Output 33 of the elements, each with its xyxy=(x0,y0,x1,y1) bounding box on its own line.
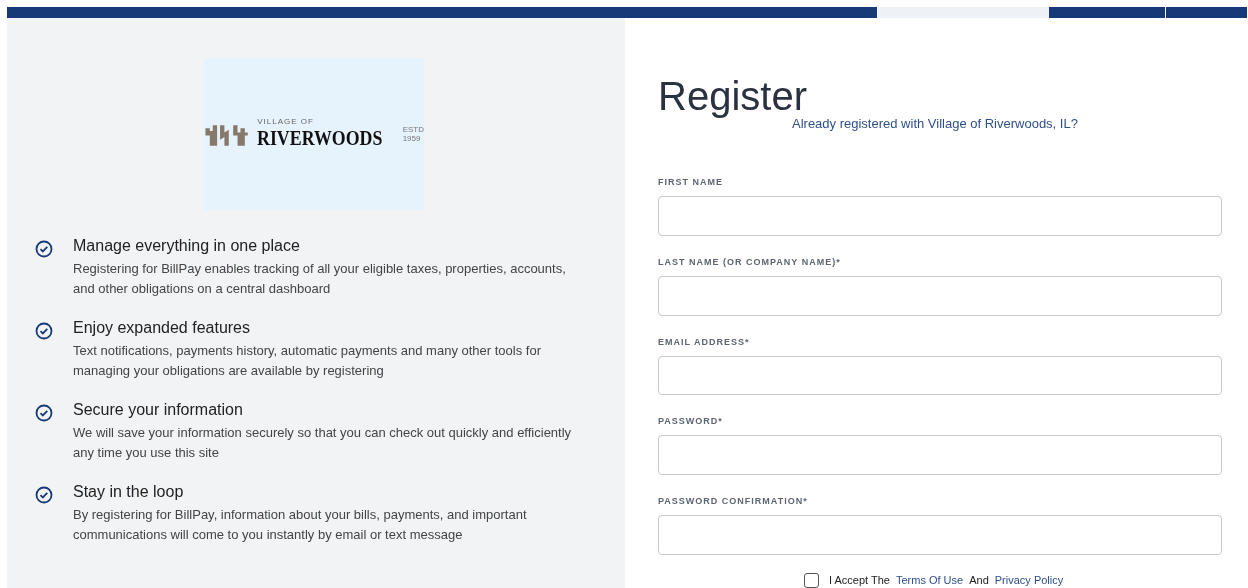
benefit-title: Enjoy expanded features xyxy=(73,319,251,337)
field-label: PASSWORD CONFIRMATION* xyxy=(658,496,809,507)
check-circle-icon xyxy=(35,322,53,340)
check-circle-icon xyxy=(35,240,53,258)
field-label: LAST NAME (OR COMPANY NAME)* xyxy=(658,256,842,267)
terms-link[interactable]: Privacy Policy xyxy=(994,574,1064,587)
benefit-text: We will save your information securely so that you can check out quickly and efficiently any time you use this site xyxy=(73,424,573,462)
terms-text: I Accept The xyxy=(829,574,890,587)
register-title: Register xyxy=(658,74,808,119)
benefit-title: Stay in the loop xyxy=(73,483,185,501)
checkbox[interactable] xyxy=(804,573,819,588)
check-circle-icon xyxy=(35,486,53,504)
benefit-title: Secure your information xyxy=(73,401,244,419)
terms-text: And xyxy=(969,574,989,587)
input-field[interactable] xyxy=(658,196,1222,236)
logo-established: ESTD xyxy=(402,125,424,134)
benefit-text: By registering for BillPay, information about your bills, payments, and important communications will come to you instantly by email or text message xyxy=(73,506,528,544)
field-label: FIRST NAME xyxy=(658,177,724,187)
logo-established: 1959 xyxy=(402,134,422,143)
input-field[interactable] xyxy=(658,435,1222,476)
benefit-text: Text notifications, payments history, automatic payments and many other tools for managing your obligations are available by registering xyxy=(73,342,542,380)
logo-overline: VILLAGE OF xyxy=(257,117,315,126)
login-link[interactable]: Already registered with Village of Riverwoods, IL? xyxy=(792,116,1222,131)
input-field[interactable] xyxy=(658,515,1222,555)
benefit-title: Manage everything in one place xyxy=(73,237,301,255)
input-field[interactable] xyxy=(658,275,1222,316)
check-circle-icon xyxy=(35,404,53,422)
terms-link[interactable]: Terms Of Use xyxy=(895,574,964,587)
field-label: EMAIL ADDRESS* xyxy=(658,336,751,347)
benefit-text: Registering for BillPay enables tracking of all your eligible taxes, properties, accounts, and other obligations on a central dashboard xyxy=(73,260,567,298)
input-field[interactable] xyxy=(658,355,1222,396)
field-label: PASSWORD* xyxy=(658,416,724,427)
logo-name: RIVERWOODS xyxy=(257,126,383,151)
